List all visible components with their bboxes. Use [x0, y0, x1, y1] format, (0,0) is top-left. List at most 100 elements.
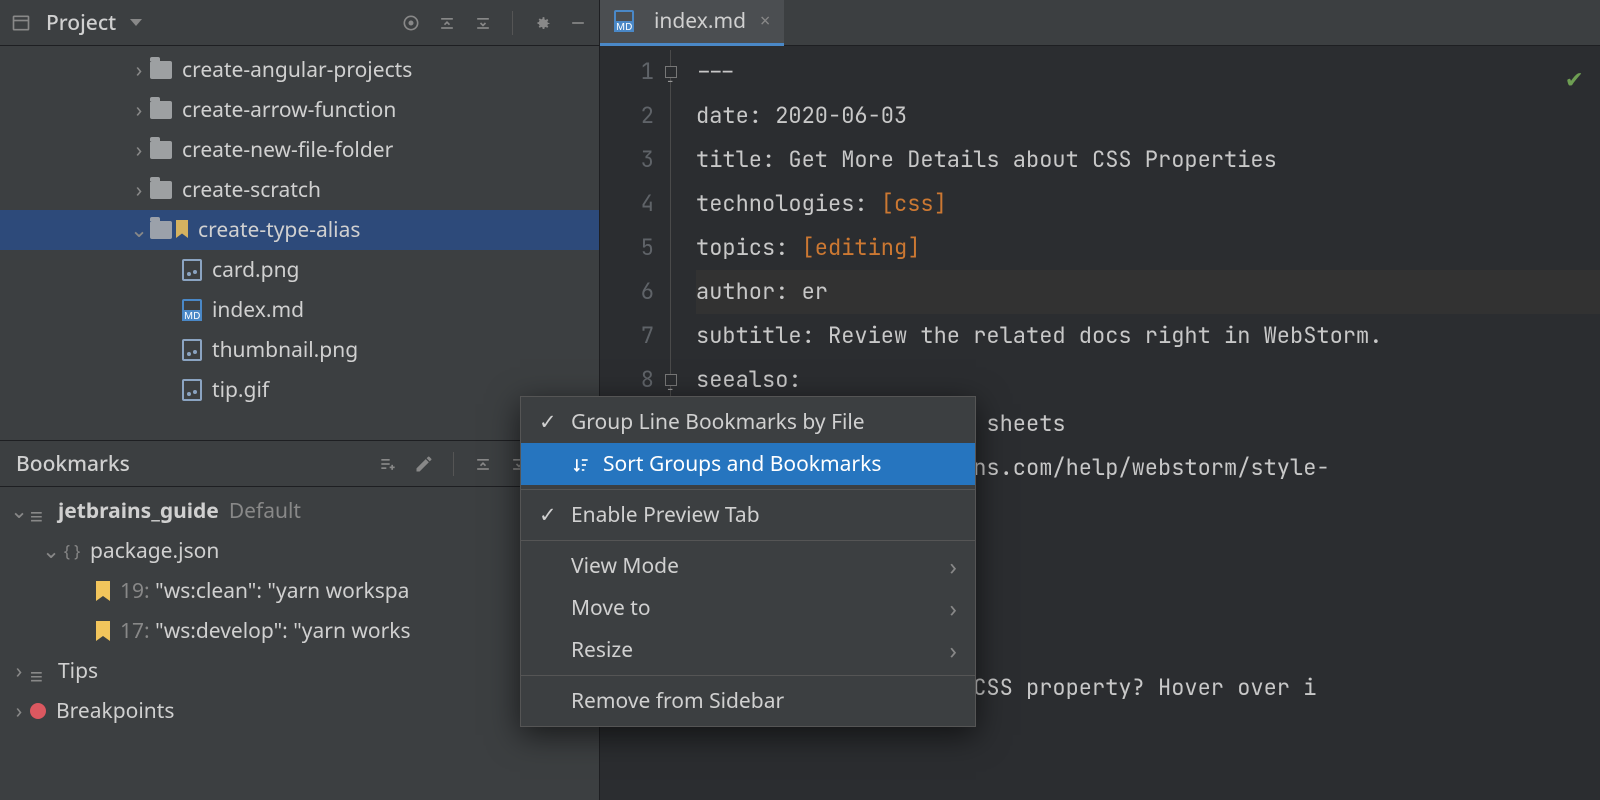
chevron-right-icon[interactable]: ›	[128, 96, 150, 124]
tree-item-label: thumbnail.png	[212, 336, 358, 364]
project-tool-title[interactable]: Project	[46, 9, 116, 37]
tree-item-label: index.md	[212, 296, 304, 324]
folder-icon	[150, 101, 172, 119]
menu-item-label: View Mode	[571, 552, 679, 580]
menu-separator	[521, 540, 975, 541]
fold-marker	[670, 270, 688, 314]
bookmark-line-number: 17	[120, 617, 144, 645]
image-file-icon	[182, 379, 202, 401]
code-line[interactable]: date: 2020-06-03	[696, 94, 1600, 138]
bookmark-group-breakpoints[interactable]: › Breakpoints	[0, 691, 599, 731]
menu-item-label: Group Line Bookmarks by File	[571, 408, 865, 436]
menu-item[interactable]: Resize	[521, 629, 975, 671]
menu-item[interactable]: Remove from Sidebar	[521, 680, 975, 722]
chevron-right-icon[interactable]: ›	[8, 697, 30, 725]
list-icon	[30, 663, 50, 679]
project-dropdown-icon[interactable]	[130, 19, 142, 26]
menu-item[interactable]: Group Line Bookmarks by File	[521, 401, 975, 443]
editor-tab[interactable]: index.md ×	[600, 0, 784, 46]
bookmark-icon	[96, 581, 110, 601]
project-folder-item[interactable]: › create-scratch	[0, 170, 599, 210]
close-icon[interactable]: ×	[760, 9, 770, 33]
code-line[interactable]: technologies: [css]	[696, 182, 1600, 226]
fold-marker	[670, 182, 688, 226]
menu-item[interactable]: Move to	[521, 587, 975, 629]
fold-marker	[670, 314, 688, 358]
fold-marker	[670, 138, 688, 182]
chevron-right-icon[interactable]: ›	[128, 56, 150, 84]
fold-marker	[670, 94, 688, 138]
create-list-icon[interactable]	[377, 453, 399, 475]
select-opened-file-icon[interactable]	[400, 12, 422, 34]
expand-all-icon[interactable]	[436, 12, 458, 34]
edit-icon[interactable]	[413, 453, 435, 475]
chevron-down-icon[interactable]: ⌄	[128, 216, 150, 244]
collapse-all-icon[interactable]	[472, 12, 494, 34]
tree-item-label: create-type-alias	[198, 216, 360, 244]
hide-icon[interactable]	[567, 12, 589, 34]
menu-item[interactable]: Sort Groups and Bookmarks	[521, 443, 975, 485]
bookmark-file[interactable]: ⌄ { } package.json	[0, 531, 599, 571]
project-folder-item[interactable]: › create-arrow-function	[0, 90, 599, 130]
code-line[interactable]: subtitle: Review the related docs right …	[696, 314, 1600, 358]
chevron-down-icon[interactable]: ⌄	[40, 537, 62, 565]
project-window-icon	[10, 12, 32, 34]
bookmarks-tool-header: Bookmarks	[0, 441, 599, 487]
bookmarks-tree[interactable]: ⌄ jetbrains_guide Default ⌄ { } package.…	[0, 487, 599, 800]
inspection-ok-icon[interactable]: ✔	[1566, 56, 1582, 100]
tree-item-label: create-arrow-function	[182, 96, 396, 124]
tab-label: index.md	[654, 7, 746, 35]
folder-icon	[150, 221, 172, 239]
project-file-item[interactable]: index.md	[0, 290, 599, 330]
markdown-file-icon	[614, 10, 634, 32]
toolbar-separator	[512, 11, 513, 35]
gear-icon[interactable]	[531, 12, 553, 34]
bookmark-group-badge: Default	[229, 497, 301, 525]
folder-icon	[150, 141, 172, 159]
project-file-item[interactable]: tip.gif	[0, 370, 599, 410]
tree-item-label: create-scratch	[182, 176, 321, 204]
bookmark-group[interactable]: ⌄ jetbrains_guide Default	[0, 491, 599, 531]
code-line[interactable]: title: Get More Details about CSS Proper…	[696, 138, 1600, 182]
breakpoints-label: Breakpoints	[56, 697, 174, 725]
code-line[interactable]: topics: [editing]	[696, 226, 1600, 270]
chevron-right-icon[interactable]: ›	[128, 136, 150, 164]
image-file-icon	[182, 339, 202, 361]
expand-all-icon[interactable]	[472, 453, 494, 475]
bookmark-line-text: "ws:clean": "yarn workspa	[155, 577, 409, 605]
menu-item[interactable]: View Mode	[521, 545, 975, 587]
chevron-right-icon[interactable]: ›	[128, 176, 150, 204]
project-file-item[interactable]: thumbnail.png	[0, 330, 599, 370]
chevron-right-icon[interactable]: ›	[8, 657, 30, 685]
options-popup: Group Line Bookmarks by File Sort Groups …	[520, 396, 976, 727]
bookmarks-title[interactable]: Bookmarks	[16, 450, 130, 478]
toolbar-separator	[453, 452, 454, 476]
tree-item-label: tip.gif	[212, 376, 269, 404]
chevron-down-icon[interactable]: ⌄	[8, 497, 30, 525]
line-number: 2	[600, 94, 654, 138]
bookmark-file-name: package.json	[90, 537, 219, 565]
project-tree[interactable]: ›create-angular-projects›create-arrow-fu…	[0, 46, 599, 440]
line-number: 5	[600, 226, 654, 270]
project-file-item[interactable]: card.png	[0, 250, 599, 290]
fold-marker[interactable]	[670, 50, 688, 94]
editor-tab-bar: index.md ×	[600, 0, 1600, 46]
line-number: 7	[600, 314, 654, 358]
tips-label: Tips	[58, 657, 98, 685]
project-folder-item[interactable]: ⌄ create-type-alias	[0, 210, 599, 250]
code-line[interactable]: ---	[696, 50, 1600, 94]
folder-icon	[150, 61, 172, 79]
bookmark-group-tips[interactable]: › Tips	[0, 651, 599, 691]
project-folder-item[interactable]: › create-new-file-folder	[0, 130, 599, 170]
tree-item-label: card.png	[212, 256, 299, 284]
bookmark-line-text: "ws:develop": "yarn works	[155, 617, 410, 645]
menu-item-label: Remove from Sidebar	[571, 687, 784, 715]
bookmark-line[interactable]: 17: "ws:develop": "yarn works	[0, 611, 599, 651]
list-icon	[30, 503, 50, 519]
code-line[interactable]: author: er	[696, 270, 1600, 314]
menu-item[interactable]: Enable Preview Tab	[521, 494, 975, 536]
bookmark-line[interactable]: 19: "ws:clean": "yarn workspa	[0, 571, 599, 611]
project-folder-item[interactable]: ›create-angular-projects	[0, 50, 599, 90]
menu-separator	[521, 675, 975, 676]
tree-item-label: create-new-file-folder	[182, 136, 393, 164]
